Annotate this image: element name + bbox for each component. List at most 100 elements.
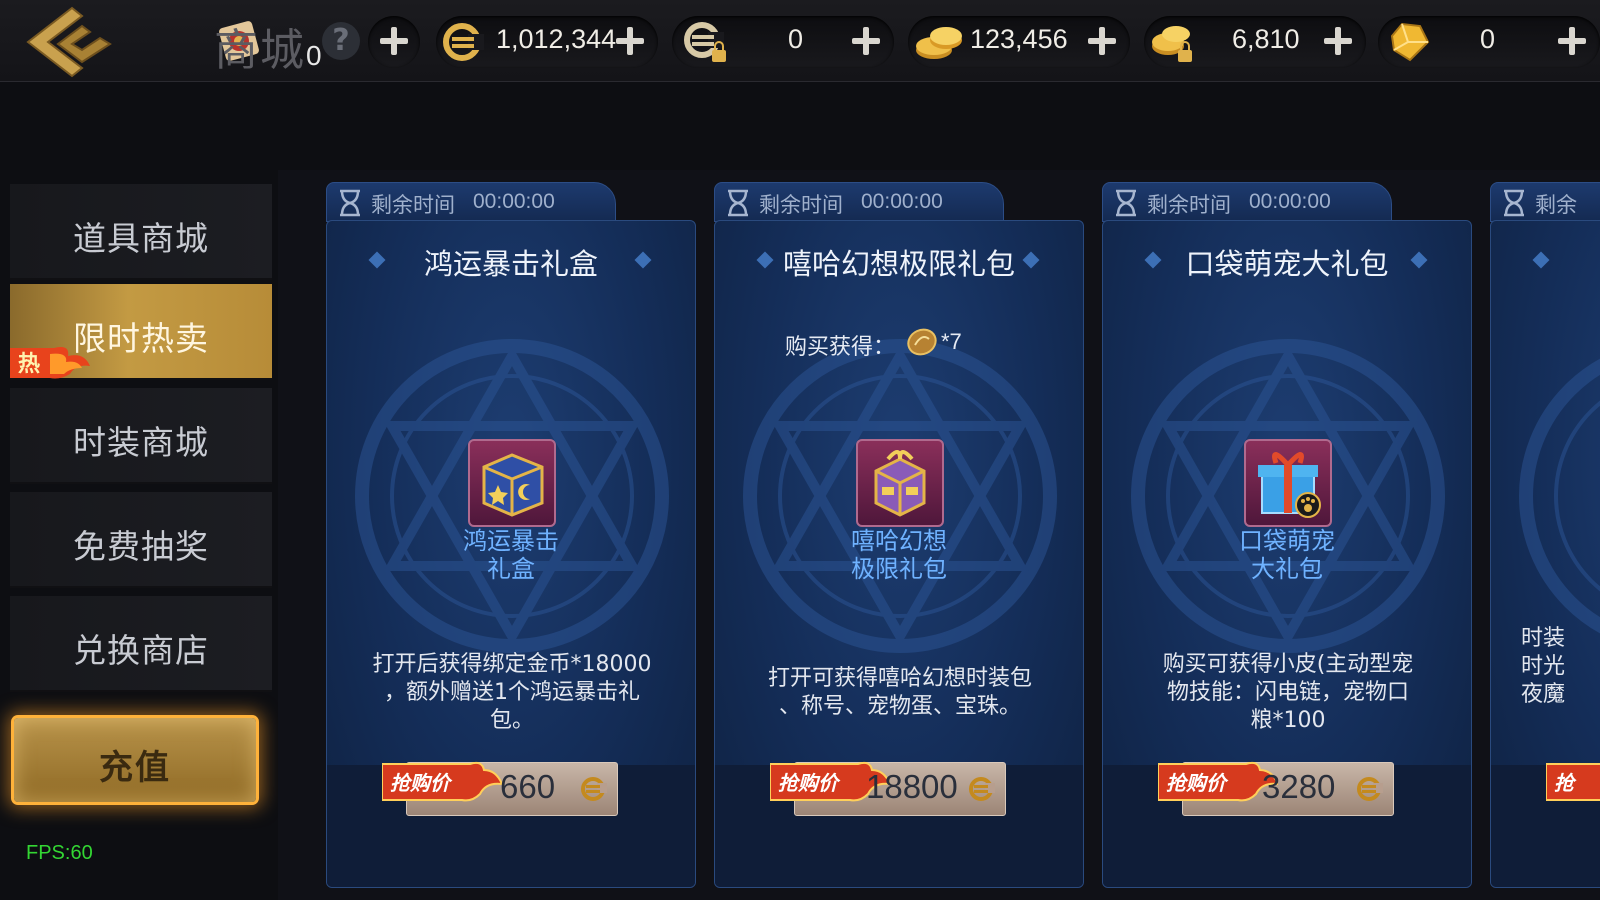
offer-card: 剩余时间 00:00:00 嘻哈幻想极限礼包 购买获得： *7 嘻哈幻想 极限礼…	[714, 178, 1084, 888]
item-name-line: 礼盒	[487, 555, 535, 583]
add-plus-icon[interactable]	[1082, 21, 1122, 61]
add-plus-icon[interactable]	[610, 21, 650, 61]
title-ornament	[1532, 251, 1550, 269]
coupon-currency-icon	[1357, 777, 1383, 801]
gem-icon	[1390, 22, 1430, 62]
offer-description: 打开后获得绑定金币*18000 ，额外赠送1个鸿运暴击礼 包。	[357, 651, 667, 735]
countdown-tab: 剩余时间 00:00:00	[714, 182, 1004, 222]
hot-flame-icon: 热	[10, 347, 90, 379]
item-slot[interactable]	[856, 439, 944, 527]
sidebar-item-exchange-shop[interactable]: 兑换商店	[10, 596, 272, 692]
description-line: 夜魔	[1521, 682, 1566, 707]
description-line: 时装	[1521, 626, 1566, 651]
timer-value: 00:00:00	[473, 190, 555, 213]
sidebar-item-limited-sale[interactable]: 限时热卖 热	[10, 284, 272, 380]
description-line: 打开可获得嘻哈幻想时装包	[767, 666, 1032, 691]
top-bar: 商城0 ? 1,012,344 0 123,456 6,810 0	[0, 0, 1600, 82]
page-title: 商城0	[214, 14, 324, 78]
hiphop-gift-pack-icon	[874, 450, 926, 517]
bound-coupon-icon	[684, 22, 726, 62]
price-value: 18800	[866, 768, 958, 805]
recharge-label: 充值	[99, 748, 171, 788]
resource-value: 6,810	[1232, 24, 1300, 54]
title-add-slot	[368, 16, 420, 68]
page-title-text: 商城	[214, 25, 306, 76]
resource-value: 123,456	[970, 24, 1068, 54]
offer-card: 剩余时间 00:00:00 鸿运暴击礼盒 鸿运暴击 礼盒 打开后获得绑定金币*1…	[326, 178, 696, 888]
fps-counter: FPS:60	[26, 842, 93, 864]
gold-coupon-icon	[443, 23, 484, 61]
description-line: 购买可获得小皮(主动型宠	[1162, 652, 1414, 677]
sidebar: 道具商城 限时热卖 热 时装商城 免费抽奖 兑换商店 充值 FPS:60	[0, 170, 278, 900]
hourglass-icon	[1504, 189, 1524, 217]
resource-value: 0	[788, 24, 804, 54]
buy-button[interactable]: 抢购价 18800	[770, 758, 1030, 818]
bonus-coin-icon	[907, 328, 937, 356]
buy-button[interactable]: 抢	[1546, 758, 1600, 818]
resource-gold-coupon: 1,012,344	[436, 16, 658, 68]
add-plus-icon[interactable]	[846, 21, 886, 61]
sidebar-item-props-mall[interactable]: 道具商城	[10, 184, 272, 280]
offer-card: 剩余时间 00:00:00 口袋萌宠大礼包 口袋萌宠 大礼包 购买可获得小皮(主…	[1102, 178, 1472, 888]
buy-button[interactable]: 抢购价 660	[382, 758, 642, 818]
add-plus-icon[interactable]	[1552, 21, 1592, 61]
countdown-tab: 剩余	[1490, 182, 1600, 222]
magic-circle-emblem	[1519, 358, 1600, 634]
add-plus-icon[interactable]	[374, 21, 414, 61]
offer-title: 口袋萌宠大礼包	[1185, 247, 1389, 281]
price-tag-text: 抢购价	[778, 771, 841, 795]
description-line: 物技能：闪电链，宠物口	[1166, 680, 1409, 705]
page-title-count: 0	[306, 40, 324, 71]
bound-gold-coins-icon	[1152, 26, 1192, 62]
description-line: 时光	[1521, 654, 1566, 679]
bonus-label: 购买获得：	[785, 335, 896, 360]
offer-card-partial: 剩余 时装 时光 夜魔 抢	[1490, 178, 1600, 888]
offer-description: 打开可获得嘻哈幻想时装包 、称号、宠物蛋、宝珠。	[745, 665, 1055, 721]
hourglass-icon	[340, 189, 360, 217]
countdown-tab: 剩余时间 00:00:00	[326, 182, 616, 222]
item-slot[interactable]	[468, 439, 556, 527]
price-value: 660	[500, 768, 556, 805]
item-name-line: 口袋萌宠	[1239, 527, 1335, 555]
sidebar-item-fashion-mall[interactable]: 时装商城	[10, 388, 272, 484]
back-button[interactable]	[20, 4, 120, 78]
item-name-line: 大礼包	[1251, 555, 1323, 583]
description-line: 打开后获得绑定金币*18000	[372, 652, 652, 677]
hourglass-icon	[1116, 189, 1136, 217]
item-name: 口袋萌宠 大礼包	[1103, 527, 1471, 583]
offer-description: 时装 时光 夜魔	[1521, 625, 1600, 709]
item-slot[interactable]	[1244, 439, 1332, 527]
flash-price-tag: 抢购价	[382, 761, 502, 802]
price-tag-text: 抢购价	[390, 771, 453, 795]
sidebar-item-label: 道具商城	[73, 219, 209, 258]
help-icon[interactable]: ?	[322, 22, 360, 60]
resource-gem: 0	[1378, 16, 1600, 68]
add-plus-icon[interactable]	[1318, 21, 1358, 61]
gold-coins-icon	[916, 27, 962, 59]
timer-value: 00:00:00	[1249, 190, 1331, 213]
item-name-line: 极限礼包	[851, 555, 947, 583]
hourglass-icon	[728, 189, 748, 217]
flash-price-tag: 抢购价	[1158, 761, 1278, 802]
price-tag-text: 抢	[1554, 771, 1577, 795]
sidebar-item-free-lottery[interactable]: 免费抽奖	[10, 492, 272, 588]
resource-bound-coupon: 0	[672, 16, 894, 68]
item-name-line: 嘻哈幻想	[851, 527, 947, 555]
timer-label: 剩余时间	[1147, 193, 1231, 217]
item-name-line: 鸿运暴击	[463, 527, 559, 555]
sidebar-item-label: 兑换商店	[73, 631, 209, 670]
hot-badge-text: 热	[18, 351, 40, 377]
back-arrow-icon	[26, 6, 112, 78]
sidebar-item-label: 免费抽奖	[73, 527, 209, 566]
offers-list[interactable]: 剩余时间 00:00:00 鸿运暴击礼盒 鸿运暴击 礼盒 打开后获得绑定金币*1…	[278, 170, 1600, 900]
offer-description: 购买可获得小皮(主动型宠 物技能：闪电链，宠物口 粮*100	[1133, 651, 1443, 735]
buy-button[interactable]: 抢购价 3280	[1158, 758, 1418, 818]
timer-label: 剩余时间	[371, 193, 455, 217]
timer-value: 00:00:00	[861, 190, 943, 213]
recharge-button[interactable]: 充值	[14, 718, 256, 802]
description-line: 粮*100	[1250, 708, 1326, 733]
price-tag-text: 抢购价	[1166, 771, 1229, 795]
offer-title: 鸿运暴击礼盒	[423, 247, 598, 281]
countdown-tab: 剩余时间 00:00:00	[1102, 182, 1392, 222]
lucky-box-icon	[482, 453, 544, 517]
